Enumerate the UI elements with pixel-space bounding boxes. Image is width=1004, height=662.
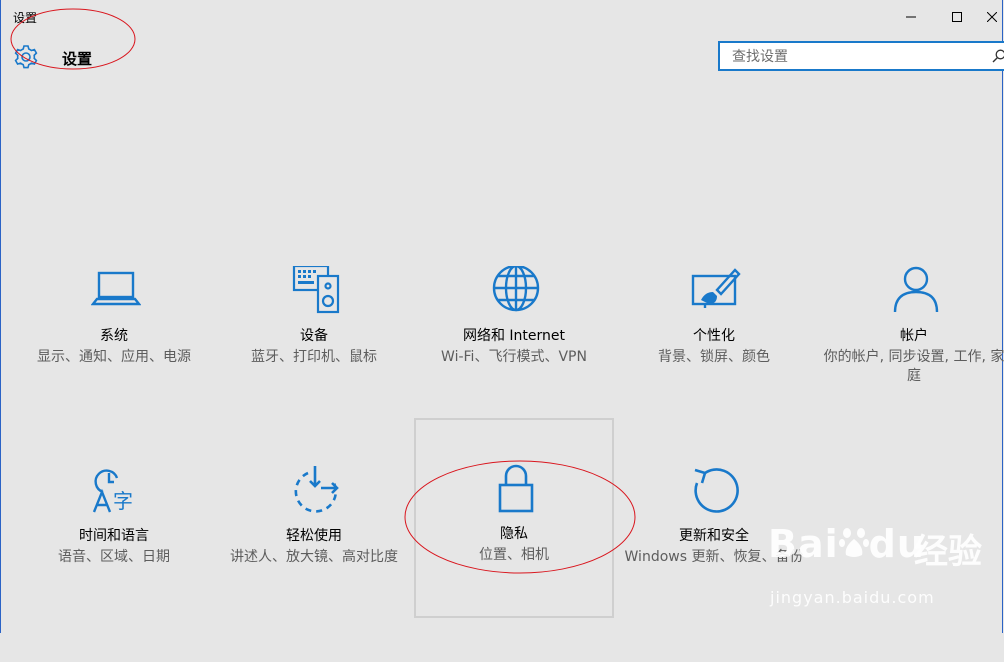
personalization-icon — [691, 268, 741, 308]
svg-text:字: 字 — [113, 489, 133, 513]
watermark-brand: Bai du — [768, 522, 925, 566]
tile-name: 网络和 Internet — [462, 328, 566, 344]
tile-desc: 位置、相机 — [479, 547, 549, 563]
tile-name: 帐户 — [900, 328, 928, 344]
minimize-icon — [906, 16, 916, 18]
tile-desc: 显示、通知、应用、电源 — [37, 349, 191, 365]
tile-name: 轻松使用 — [286, 528, 342, 544]
tile-desc: Wi-Fi、飞行模式、VPN — [441, 349, 587, 365]
watermark-url: jingyan.baidu.com — [770, 588, 935, 607]
search-box[interactable] — [718, 41, 1004, 71]
tile-desc: 语音、区域、日期 — [58, 549, 170, 565]
tile-devices[interactable]: 设备 蓝牙、打印机、鼠标 — [215, 264, 413, 462]
tile-system[interactable]: 系统 显示、通知、应用、电源 — [15, 264, 213, 462]
person-icon — [893, 266, 939, 313]
tile-privacy[interactable]: 隐私 位置、相机 — [414, 418, 614, 618]
watermark: Bai du 经验 jingyan.baidu.com — [768, 522, 1000, 612]
lock-icon — [498, 464, 534, 513]
refresh-icon — [694, 468, 739, 513]
close-button[interactable] — [980, 0, 1004, 34]
tile-desc: 蓝牙、打印机、鼠标 — [251, 349, 377, 365]
tile-name: 系统 — [100, 328, 128, 344]
tile-desc: 背景、锁屏、颜色 — [658, 349, 770, 365]
tile-name: 时间和语言 — [79, 528, 149, 544]
tile-desc: 你的帐户, 同步设置, 工作, 家庭 — [823, 349, 1004, 384]
tile-time-language[interactable]: 字 时间和语言 语音、区域、日期 — [15, 464, 213, 662]
maximize-icon — [952, 12, 962, 22]
page-title: 设置 — [62, 50, 93, 68]
tile-name: 设备 — [300, 328, 328, 344]
time-language-icon: 字 — [92, 469, 133, 513]
tile-name: 个性化 — [693, 328, 735, 344]
tile-name: 隐私 — [500, 526, 528, 542]
title-bar: 设置 — [0, 0, 1004, 34]
globe-icon — [492, 266, 540, 312]
window-title: 设置 — [13, 11, 38, 25]
maximize-button[interactable] — [934, 0, 980, 34]
keyboard-speaker-icon — [292, 266, 340, 314]
gear-icon — [14, 45, 38, 69]
search-input[interactable] — [730, 48, 994, 66]
close-icon — [987, 12, 997, 22]
tile-personalization[interactable]: 个性化 背景、锁屏、颜色 — [615, 264, 813, 462]
tile-accounts[interactable]: 帐户 你的帐户, 同步设置, 工作, 家庭 — [815, 264, 1004, 462]
paw-icon — [838, 528, 869, 557]
watermark-brand-cn: 经验 — [914, 532, 982, 572]
search-icon[interactable] — [992, 49, 1004, 63]
ease-of-access-icon — [294, 466, 339, 513]
minimize-button[interactable] — [888, 0, 934, 34]
tile-ease-of-access[interactable]: 轻松使用 讲述人、放大镜、高对比度 — [215, 464, 413, 662]
tile-desc: 讲述人、放大镜、高对比度 — [230, 549, 398, 565]
laptop-icon — [91, 271, 141, 306]
